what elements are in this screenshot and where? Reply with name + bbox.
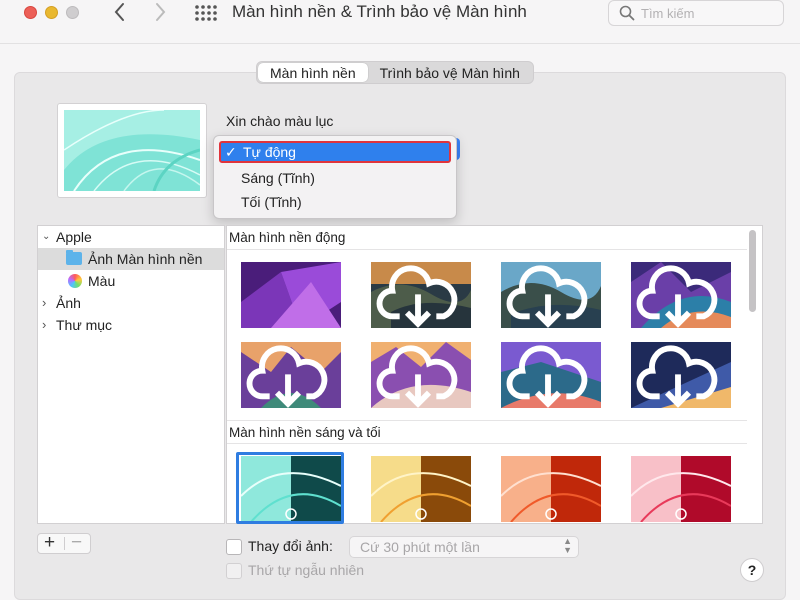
change-picture-label: Thay đổi ảnh: [248, 538, 333, 554]
grid-icon [195, 5, 217, 21]
wallpaper-thumb[interactable] [631, 342, 731, 408]
wallpaper-preview [57, 103, 207, 198]
menu-item-auto[interactable]: ✓ Tự động [219, 141, 451, 163]
grid-scrollbar[interactable] [746, 228, 758, 520]
wallpaper-thumb[interactable] [371, 262, 471, 328]
random-order-checkbox[interactable] [226, 563, 242, 579]
wallpaper-thumb[interactable] [631, 456, 731, 522]
remove-folder-button[interactable]: − [71, 532, 82, 554]
cloud-download-icon [506, 345, 588, 408]
show-all-button[interactable] [193, 2, 217, 24]
close-window-button[interactable] [24, 6, 37, 19]
sidebar-item-apple[interactable]: ⌄ Apple [38, 226, 224, 248]
chevron-left-icon [114, 3, 124, 21]
change-interval-select[interactable]: Cứ 30 phút một lần ▲ ▼ [349, 536, 579, 558]
change-interval-value: Cứ 30 phút một lần [360, 539, 480, 555]
updown-arrows-icon: ▲ ▼ [563, 536, 572, 555]
wallpaper-thumb[interactable] [501, 262, 601, 328]
change-picture-checkbox[interactable] [226, 539, 242, 555]
divider [64, 537, 65, 550]
menu-item-light[interactable]: Sáng (Tĩnh) [214, 167, 456, 189]
wallpaper-thumb[interactable] [371, 342, 471, 408]
sidebar-item-folders[interactable]: › Thư mục [38, 314, 224, 336]
section-header-dynamic: Màn hình nền động [227, 226, 747, 250]
sidebar-item-label: Ảnh [56, 295, 81, 311]
wallpaper-preview-image [64, 110, 200, 191]
color-wheel-icon [68, 274, 82, 288]
back-button[interactable] [109, 0, 131, 24]
menu-item-label: Tối (Tĩnh) [241, 194, 302, 210]
wallpaper-thumb[interactable] [501, 342, 601, 408]
wallpaper-name: Xin chào màu lục [226, 113, 334, 129]
folder-icon [66, 250, 82, 265]
checkmark-icon: ✓ [225, 144, 237, 160]
cloud-download-icon [636, 265, 718, 328]
zoom-window-button[interactable] [66, 6, 79, 19]
wallpaper-thumb[interactable] [501, 456, 601, 522]
tab-screensaver[interactable]: Trình bảo vệ Màn hình [368, 63, 532, 82]
tab-bar: Màn hình nền Trình bảo vệ Màn hình [256, 61, 534, 84]
sidebar-item-colors[interactable]: Màu [38, 270, 224, 292]
sidebar-item-photos[interactable]: › Ảnh [38, 292, 224, 314]
cloud-download-icon [376, 265, 458, 328]
random-order-label: Thứ tự ngẫu nhiên [248, 562, 365, 578]
chevron-right-icon [156, 3, 166, 21]
sidebar-item-label: Ảnh Màn hình nền [88, 251, 203, 267]
selection-outline [236, 452, 344, 524]
appearance-menu: ✓ Tự động Sáng (Tĩnh) Tối (Tĩnh) [213, 135, 457, 219]
title-bar: Màn hình nền & Trình bảo vệ Màn hình [0, 0, 800, 44]
sidebar-item-label: Thư mục [56, 317, 113, 333]
cloud-download-icon [636, 345, 718, 408]
menu-item-label: Tự động [243, 144, 296, 160]
sidebar-item-label: Apple [56, 229, 92, 245]
cloud-download-icon [506, 265, 588, 328]
menu-item-dark[interactable]: Tối (Tĩnh) [214, 191, 456, 213]
wallpaper-thumb[interactable] [241, 262, 341, 328]
tab-desktop[interactable]: Màn hình nền [258, 63, 368, 82]
chevron-right-icon[interactable]: › [42, 292, 46, 314]
scrollbar-thumb[interactable] [749, 230, 756, 312]
chevron-down-icon[interactable]: ⌄ [42, 226, 50, 248]
wallpaper-thumb[interactable] [371, 456, 471, 522]
add-remove-control: + − [37, 532, 91, 554]
sidebar-item-desktop-pictures[interactable]: Ảnh Màn hình nền [38, 248, 224, 270]
source-sidebar: ⌄ Apple Ảnh Màn hình nền Màu › Ảnh › Thư… [37, 225, 225, 524]
menu-item-label: Sáng (Tĩnh) [241, 170, 315, 186]
search-icon [619, 5, 635, 21]
forward-button[interactable] [149, 0, 171, 24]
add-folder-button[interactable]: + [44, 532, 55, 554]
window-title: Màn hình nền & Trình bảo vệ Màn hình [232, 2, 527, 21]
help-button[interactable]: ? [740, 558, 764, 582]
cloud-download-icon [376, 345, 458, 408]
sidebar-item-label: Màu [88, 273, 116, 289]
minimize-window-button[interactable] [45, 6, 58, 19]
chevron-right-icon[interactable]: › [42, 314, 46, 336]
wallpaper-thumb[interactable] [241, 342, 341, 408]
wallpaper-thumb[interactable] [631, 262, 731, 328]
section-header-light-dark: Màn hình nền sáng và tối [227, 420, 747, 444]
cloud-download-icon [246, 345, 328, 408]
search-input[interactable] [641, 4, 777, 22]
search-field[interactable] [608, 0, 784, 26]
